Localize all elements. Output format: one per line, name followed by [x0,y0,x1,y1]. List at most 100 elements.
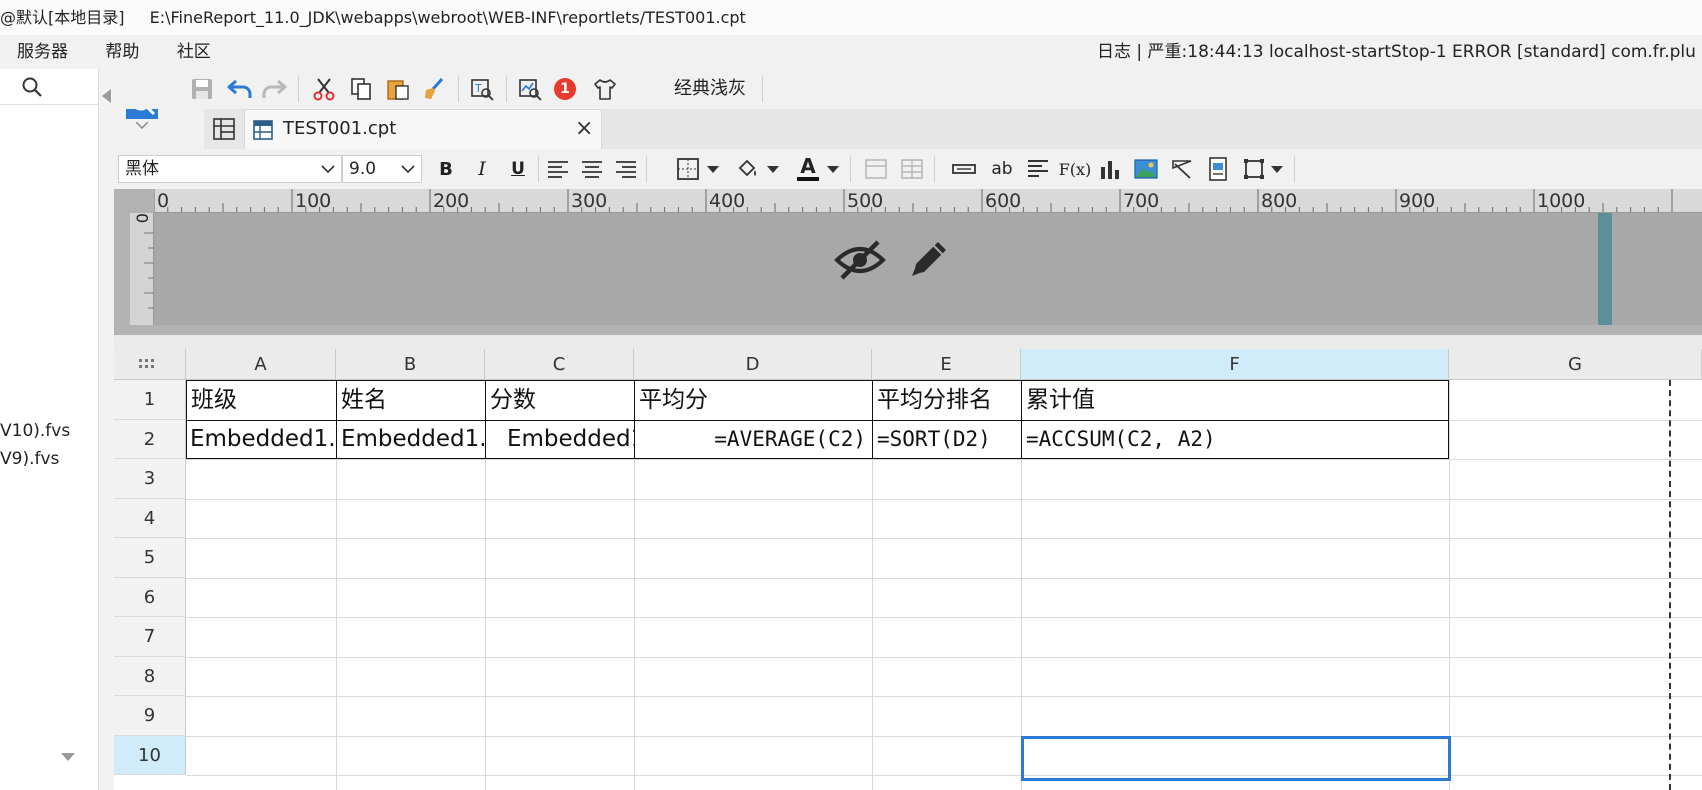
row-header-5[interactable]: 5 [114,538,186,578]
chevron-down-icon[interactable] [56,749,80,765]
column-header-a[interactable]: A [186,349,336,380]
row-header-9[interactable]: 9 [114,696,186,736]
undo-icon[interactable] [226,75,254,103]
paste-icon[interactable] [384,75,412,103]
chevron-down-icon[interactable] [315,156,341,182]
border-icon[interactable] [674,155,702,183]
column-header-b[interactable]: B [336,349,485,380]
notification-badge[interactable]: 1 [554,78,576,100]
file-tree-item[interactable]: V10).fvs [0,421,70,441]
ruler-tick-label: 500 [847,190,884,212]
cell-b1[interactable]: 姓名 [336,382,485,420]
cell-c1[interactable]: 分数 [485,382,634,420]
log-status-text[interactable]: 日志 | 严重:18:44:13 localhost-startStop-1 E… [1097,35,1696,69]
font-color-icon[interactable]: A [794,153,822,183]
font-size-select[interactable]: 9.0 [342,155,422,183]
tab-test001[interactable]: TEST001.cpt × [244,109,602,149]
formula-button[interactable]: F(x) [1058,155,1092,183]
row-header-3[interactable]: 3 [114,459,186,499]
redo-icon[interactable] [260,75,288,103]
format-toolbar: 黑体 9.0 B I U A ab F(x) [114,149,1702,189]
column-header-d[interactable]: D [634,349,872,380]
text-ab-button[interactable]: ab [988,155,1016,183]
file-tree-item[interactable]: V9).fvs [0,449,59,469]
ruler-tick-label: 1000 [1537,190,1586,212]
vertical-ruler: 0 [130,213,154,325]
grid-layout-icon[interactable] [210,115,238,143]
row-header-6[interactable]: 6 [114,577,186,617]
menu-community[interactable]: 社区 [161,35,227,69]
cell-b2[interactable]: Embedded1. [336,422,485,458]
sub-report-icon[interactable] [1204,155,1232,183]
sidebar-collapse-strip[interactable] [99,69,114,790]
insert-field-icon[interactable] [950,155,978,183]
chevron-down-icon[interactable] [766,161,780,177]
cell-a2[interactable]: Embedded1. [186,422,336,458]
ruler-tick-label: 100 [295,190,332,212]
menu-server[interactable]: 服务器 [0,35,84,69]
theme-shirt-icon[interactable] [592,75,618,103]
paragraph-icon[interactable] [1024,155,1052,183]
bold-button[interactable]: B [432,155,460,183]
bar-chart-icon[interactable] [1096,155,1124,183]
row-header-1[interactable]: 1 [114,380,186,420]
split-cells-icon[interactable] [898,155,926,183]
slash-cell-icon[interactable] [1168,155,1196,183]
theme-label[interactable]: 经典浅灰 [674,69,746,109]
underline-button[interactable]: U [504,155,532,183]
page-header-canvas[interactable] [154,213,1702,325]
cell-d1[interactable]: 平均分 [634,382,872,420]
cell-f2[interactable]: =ACCSUM(C2, A2) [1021,422,1449,458]
edit-pencil-icon[interactable] [904,233,954,285]
workspace-label: @默认[本地目录] [0,8,125,27]
save-icon[interactable] [188,75,216,103]
close-icon[interactable]: × [575,110,593,148]
align-center-icon[interactable] [578,155,606,183]
column-header-c[interactable]: C [485,349,634,380]
spreadsheet-grid[interactable]: A B C D E F G 1 2 3 4 5 6 7 8 9 10 班级 姓名 分数 平均分 平均分排名 累计值 Embed… [114,349,1702,790]
file-search-row [0,69,98,105]
select-all-corner[interactable] [114,349,186,380]
menu-help[interactable]: 帮助 [89,35,155,69]
italic-button[interactable]: I [468,155,496,183]
cell-f1[interactable]: 累计值 [1021,382,1449,420]
main-toolbar: T 1 经典浅灰 [114,69,1702,109]
row-gridline [186,696,1702,697]
row-header-8[interactable]: 8 [114,656,186,696]
chevron-down-icon[interactable] [706,161,720,177]
document-tab-bar: TEST001.cpt × [204,109,1702,149]
align-left-icon[interactable] [544,155,572,183]
fill-color-icon[interactable] [734,155,762,183]
column-header-e[interactable]: E [872,349,1021,380]
align-right-icon[interactable] [612,155,640,183]
font-family-select[interactable]: 黑体 [118,155,342,183]
image-icon[interactable] [1132,155,1160,183]
cell-a1[interactable]: 班级 [186,382,336,420]
row-header-10[interactable]: 10 [114,735,186,775]
row-header-2[interactable]: 2 [114,419,186,459]
cell-e1[interactable]: 平均分排名 [872,382,1021,420]
merge-cells-icon[interactable] [862,155,890,183]
frame-icon[interactable] [1240,155,1268,183]
ruler-tick-label: 0 [157,190,170,212]
chevron-down-icon[interactable] [395,156,421,182]
search-icon[interactable] [20,75,44,99]
column-header-g[interactable]: G [1449,349,1702,380]
chevron-down-icon[interactable] [134,119,150,131]
file-path: E:\FineReport_11.0_JDK\webapps\webroot\W… [149,8,746,27]
row-header-7[interactable]: 7 [114,617,186,657]
cell-e2[interactable]: =SORT(D2) [872,422,1021,458]
format-painter-icon[interactable] [420,75,448,103]
eye-hidden-icon[interactable] [832,235,888,285]
selected-cell-f10[interactable] [1021,735,1451,781]
text-search-icon[interactable]: T [468,75,496,103]
cell-c2[interactable]: Embedded1. [485,422,634,458]
cut-icon[interactable] [310,75,338,103]
copy-icon[interactable] [347,75,375,103]
preview-icon[interactable] [516,75,544,103]
cell-d2[interactable]: =AVERAGE(C2) [634,422,872,458]
chevron-down-icon[interactable] [826,161,840,177]
chevron-down-icon[interactable] [1270,161,1284,177]
column-header-f[interactable]: F [1021,349,1449,380]
row-header-4[interactable]: 4 [114,498,186,538]
